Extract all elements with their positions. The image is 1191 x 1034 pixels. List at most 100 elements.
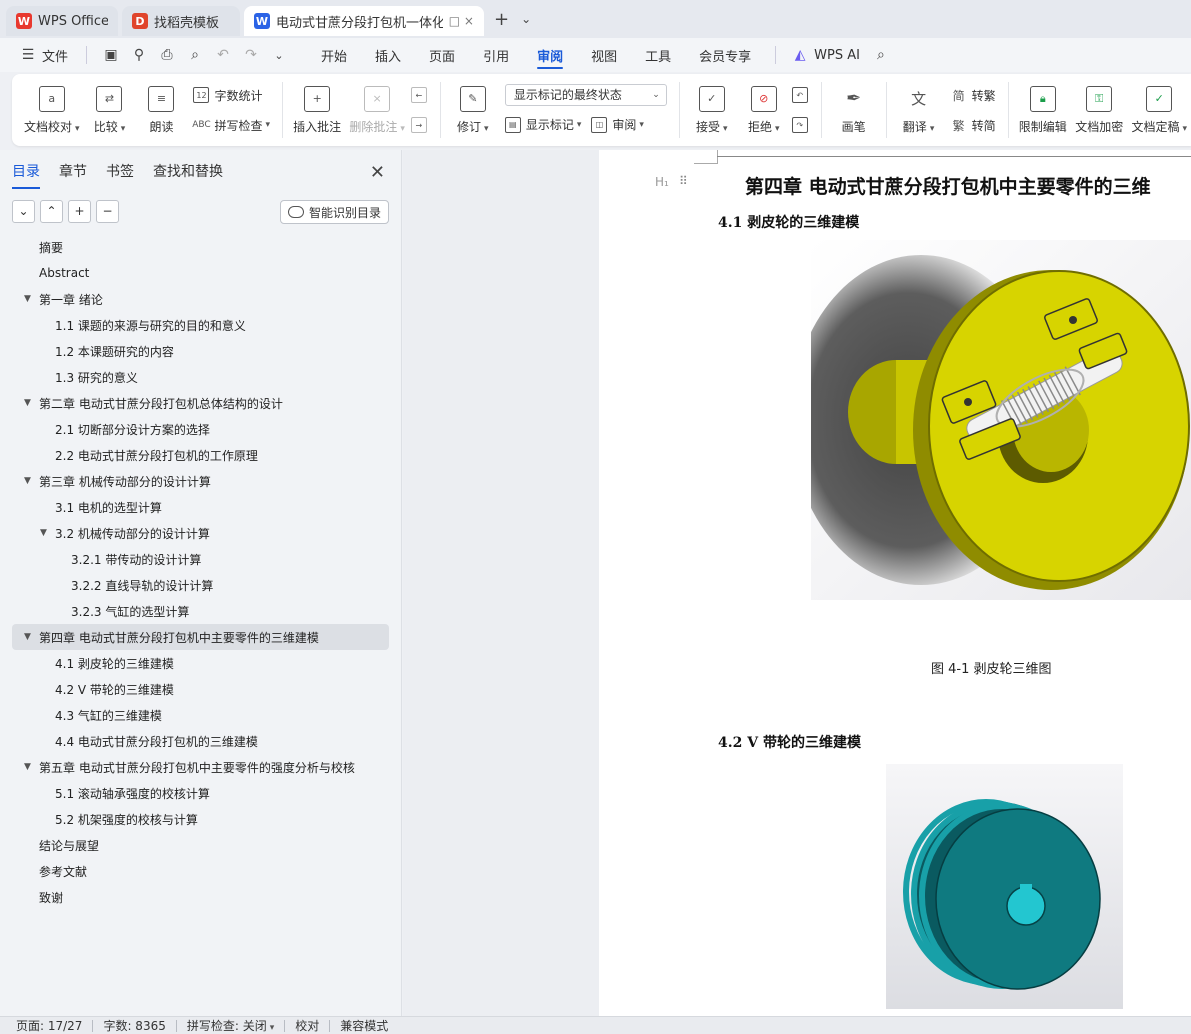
translate-button[interactable]: 文 翻译 ▾ xyxy=(899,78,939,142)
finalize-button[interactable]: ✓ 文档定稿 ▾ xyxy=(1131,78,1187,142)
spell-check-indicator[interactable]: 拼写检查: 关闭 ▾ xyxy=(187,1017,274,1034)
spell-check-button[interactable]: ABC 拼写检查 ▾ xyxy=(192,113,270,137)
previous-comment-button[interactable]: ← xyxy=(410,83,432,107)
expand-arrow-icon[interactable]: ▼ xyxy=(24,632,31,642)
remove-heading-button[interactable]: − xyxy=(96,199,119,223)
tab-close-icon[interactable]: □ × xyxy=(449,14,474,28)
tab-view[interactable]: 视图 xyxy=(577,38,631,72)
toc-item[interactable]: 1.2 本课题研究的内容 xyxy=(0,338,401,364)
toc-item[interactable]: 致谢 xyxy=(0,884,401,910)
toc-item[interactable]: Abstract xyxy=(0,260,401,286)
expand-arrow-icon[interactable]: ▼ xyxy=(24,294,31,304)
toc-item[interactable]: 3.2.3 气缸的选型计算 xyxy=(0,598,401,624)
compare-button[interactable]: ⇄ 比较 ▾ xyxy=(89,78,129,142)
proofread-button[interactable]: a 文档校对 ▾ xyxy=(24,78,80,142)
toc-item[interactable]: 1.1 课题的来源与研究的目的和意义 xyxy=(0,312,401,338)
toc-item[interactable]: ▼ 第四章 电动式甘蔗分段打包机中主要零件的三维建模 xyxy=(12,624,389,650)
toc-item[interactable]: ▼ 第一章 绪论 xyxy=(0,286,401,312)
heading-marker-icon[interactable]: H₁ xyxy=(655,175,669,189)
close-icon[interactable]: ✕ xyxy=(370,162,385,183)
smart-toc-icon xyxy=(287,206,304,218)
toc-item[interactable]: 3.2.2 直线导轨的设计计算 xyxy=(0,572,401,598)
review-pane-button[interactable]: ◫ 审阅 ▾ xyxy=(591,113,644,137)
toc-item[interactable]: 结论与展望 xyxy=(0,832,401,858)
toc-item[interactable]: 4.4 电动式甘蔗分段打包机的三维建模 xyxy=(0,728,401,754)
undo-icon[interactable]: ↶ xyxy=(214,46,232,64)
toc-item[interactable]: 参考文献 xyxy=(0,858,401,884)
collapse-all-button[interactable]: ⌃ xyxy=(40,199,63,223)
tab-list-button[interactable]: ⌄ xyxy=(521,12,531,26)
encrypt-button[interactable]: ⚿ 文档加密 xyxy=(1075,78,1123,142)
nav-tab-find-replace[interactable]: 查找和替换 xyxy=(153,161,223,183)
toc-item[interactable]: 3.1 电机的选型计算 xyxy=(0,494,401,520)
tab-current-document[interactable]: W 电动式甘蔗分段打包机一体化 □ × xyxy=(244,6,484,36)
toc-item-label: 2.1 切断部分设计方案的选择 xyxy=(55,422,210,437)
markup-state-dropdown[interactable]: 显示标记的最终状态 ⌄ xyxy=(504,83,667,106)
tab-review[interactable]: 审阅 xyxy=(523,38,577,72)
toc-item[interactable]: ▼ 3.2 机械传动部分的设计计算 xyxy=(0,520,401,546)
tab-page[interactable]: 页面 xyxy=(415,38,469,72)
restrict-edit-button[interactable]: 🔒︎ 限制编辑 xyxy=(1019,78,1067,142)
delete-comment-button[interactable]: × 删除批注 ▾ xyxy=(349,78,405,142)
toc-item[interactable]: ▼ 第三章 机械传动部分的设计计算 xyxy=(0,468,401,494)
to-simplified-button[interactable]: 繁 转简 xyxy=(951,113,996,137)
tab-tools[interactable]: 工具 xyxy=(631,38,685,72)
share-icon[interactable]: ⚲ xyxy=(130,46,148,64)
nav-tab-chapters[interactable]: 章节 xyxy=(59,161,87,183)
accept-button[interactable]: ✓ 接受 ▾ xyxy=(692,78,732,142)
word-count-button[interactable]: 12 字数统计 xyxy=(193,83,270,107)
insert-comment-button[interactable]: + 插入批注 xyxy=(293,78,341,142)
search-icon[interactable]: ⌕ xyxy=(872,46,890,64)
redo-icon[interactable]: ↷ xyxy=(242,46,260,64)
tab-home[interactable]: 开始 xyxy=(307,38,361,72)
toc-item[interactable]: 5.2 机架强度的校核与计算 xyxy=(0,806,401,832)
tab-docer-templates[interactable]: D 找稻壳模板 xyxy=(122,6,240,36)
nav-tab-toc[interactable]: 目录 xyxy=(12,161,40,189)
toc-item[interactable]: 1.3 研究的意义 xyxy=(0,364,401,390)
page-indicator[interactable]: 页面: 17/27 xyxy=(16,1017,82,1034)
document-page[interactable]: H₁ ⠿ 第四章 电动式甘蔗分段打包机中主要零件的三维 4.1 剥皮轮的三维建模 xyxy=(599,150,1191,1016)
save-icon[interactable]: ▣ xyxy=(102,46,120,64)
drag-handle-icon[interactable]: ⠿ xyxy=(679,174,688,188)
toc-item[interactable]: 2.2 电动式甘蔗分段打包机的工作原理 xyxy=(0,442,401,468)
toc-item[interactable]: 4.3 气缸的三维建模 xyxy=(0,702,401,728)
track-changes-button[interactable]: ✎ 修订 ▾ xyxy=(453,78,493,142)
more-chevron-icon[interactable]: ⌄ xyxy=(270,46,288,64)
expand-all-button[interactable]: ⌄ xyxy=(12,199,35,223)
next-change-button[interactable]: ↷ xyxy=(791,113,813,137)
file-menu[interactable]: ☰ 文件 xyxy=(14,46,68,65)
show-markup-button[interactable]: ▤ 显示标记 ▾ xyxy=(504,113,581,137)
toc-item[interactable]: 摘要 xyxy=(0,234,401,260)
print-icon[interactable]: ⎙ xyxy=(158,46,176,64)
new-tab-button[interactable]: + xyxy=(494,9,509,30)
toc-item[interactable]: 2.1 切断部分设计方案的选择 xyxy=(0,416,401,442)
divider xyxy=(820,82,822,138)
word-count-indicator[interactable]: 字数: 8365 xyxy=(103,1017,165,1034)
wps-ai-button[interactable]: ◭ WPS AI xyxy=(786,46,860,64)
nav-tab-bookmarks[interactable]: 书签 xyxy=(106,161,134,183)
expand-arrow-icon[interactable]: ▼ xyxy=(24,476,31,486)
to-traditional-button[interactable]: 简 转繁 xyxy=(951,83,996,107)
reject-button[interactable]: ⊘ 拒绝 ▾ xyxy=(744,78,784,142)
expand-arrow-icon[interactable]: ▼ xyxy=(40,528,47,538)
smart-toc-button[interactable]: 智能识别目录 xyxy=(279,200,389,224)
pen-button[interactable]: ✒ 画笔 xyxy=(834,78,874,142)
tab-insert[interactable]: 插入 xyxy=(361,38,415,72)
toc-item[interactable]: 3.2.1 带传动的设计计算 xyxy=(0,546,401,572)
toc-item[interactable]: ▼ 第二章 电动式甘蔗分段打包机总体结构的设计 xyxy=(0,390,401,416)
print-preview-icon[interactable]: ⌕ xyxy=(186,46,204,64)
toc-item[interactable]: 4.1 剥皮轮的三维建模 xyxy=(0,650,401,676)
tab-references[interactable]: 引用 xyxy=(469,38,523,72)
toc-item[interactable]: 4.2 V 带轮的三维建模 xyxy=(0,676,401,702)
toc-item[interactable]: 5.1 滚动轴承强度的校核计算 xyxy=(0,780,401,806)
read-aloud-button[interactable]: ≡ 朗读 xyxy=(141,78,181,142)
previous-change-button[interactable]: ↶ xyxy=(791,83,813,107)
tab-wps-office[interactable]: W WPS Office xyxy=(6,6,118,36)
toc-item[interactable]: ▼ 第五章 电动式甘蔗分段打包机中主要零件的强度分析与校核 xyxy=(0,754,401,780)
add-heading-button[interactable]: + xyxy=(68,199,91,223)
proofread-indicator[interactable]: 校对 xyxy=(295,1017,319,1034)
tab-member[interactable]: 会员专享 xyxy=(685,38,765,72)
expand-arrow-icon[interactable]: ▼ xyxy=(24,398,31,408)
next-comment-button[interactable]: → xyxy=(410,113,432,137)
expand-arrow-icon[interactable]: ▼ xyxy=(24,762,31,772)
